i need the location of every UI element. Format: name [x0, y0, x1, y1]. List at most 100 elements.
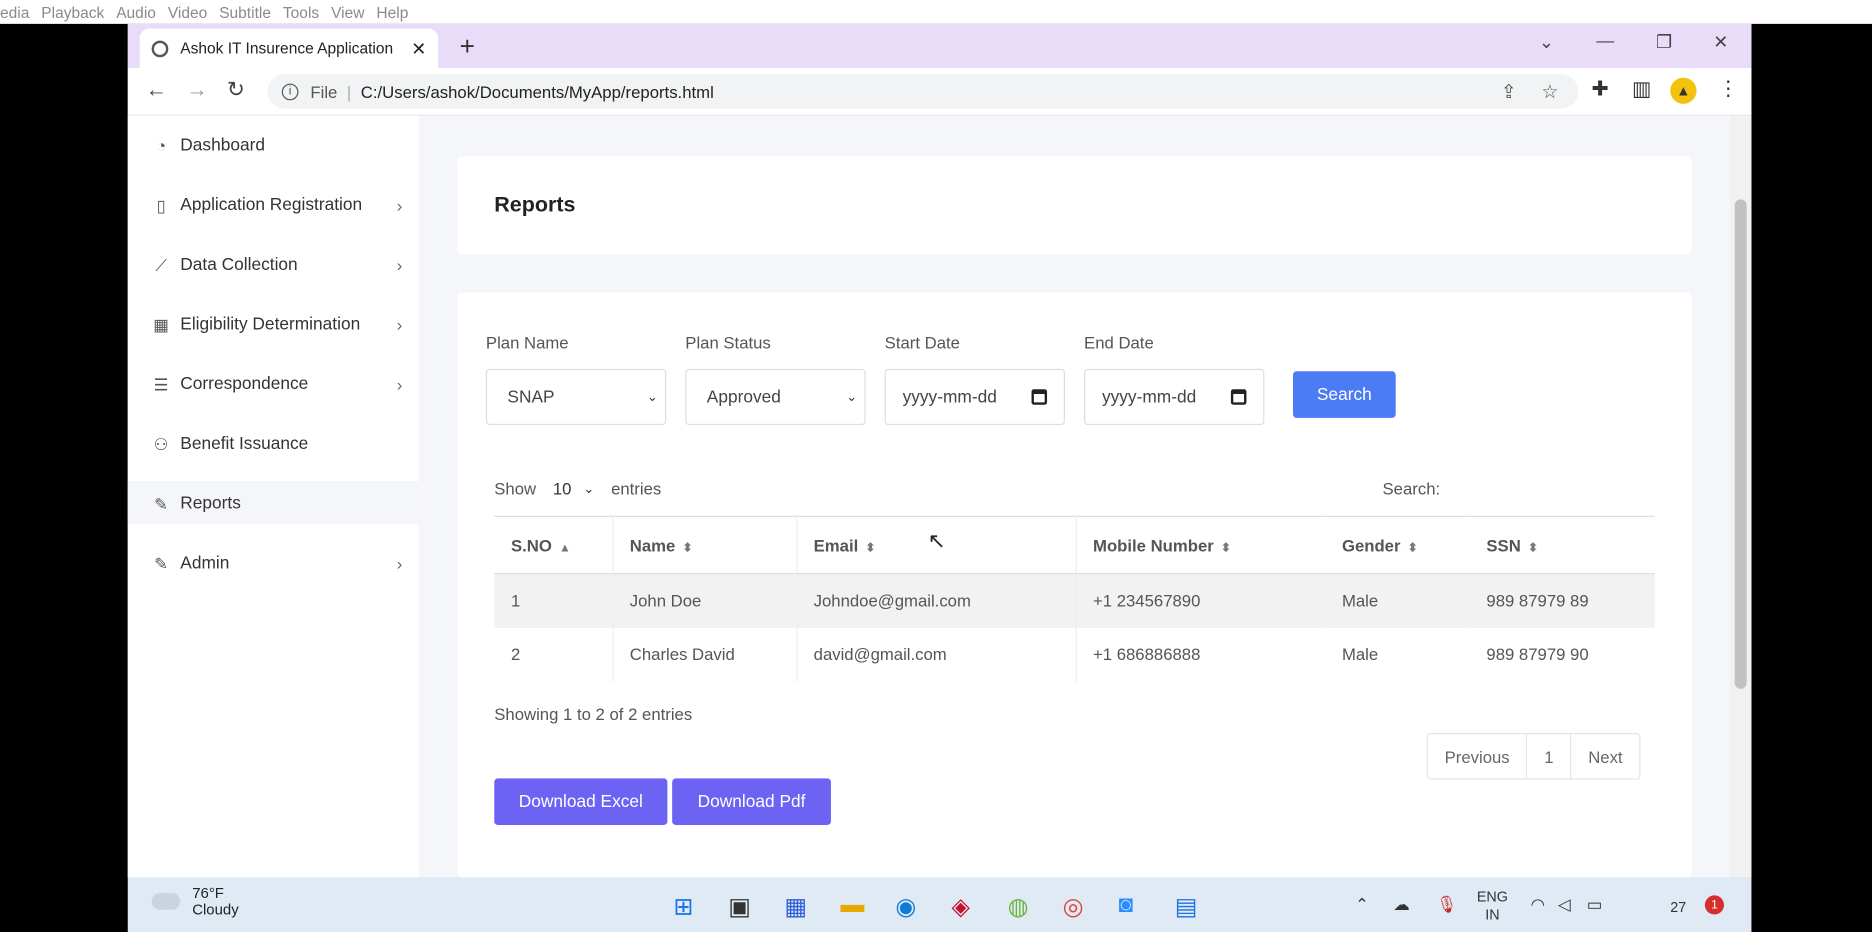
show-label: Show: [494, 478, 537, 498]
cloud-sync-icon[interactable]: ☁: [1393, 894, 1410, 914]
calendar-icon[interactable]: [1230, 389, 1247, 405]
profile-avatar-icon[interactable]: ▲: [1670, 77, 1697, 104]
chevron-down-icon[interactable]: ⌄: [583, 481, 594, 496]
end-date-placeholder: yyyy-mm-dd: [1101, 387, 1197, 407]
end-date-input[interactable]: yyyy-mm-dd: [1084, 368, 1265, 426]
pagination-previous[interactable]: Previous: [1428, 734, 1528, 779]
browser-menu-icon[interactable]: ⋮: [1718, 78, 1738, 102]
tab-search-chevron-icon[interactable]: ⌄: [1539, 31, 1554, 52]
browser-window: Ashok IT Insurence Application ✕ + ⌄ — ❐…: [127, 23, 1752, 878]
menu-view[interactable]: View: [331, 3, 364, 21]
entries-select[interactable]: 10: [553, 479, 572, 498]
wifi-icon[interactable]: ◠: [1531, 894, 1546, 914]
weather-condition: Cloudy: [192, 901, 239, 919]
cell-email: david@gmail.com: [796, 627, 1077, 682]
table-info-text: Showing 1 to 2 of 2 entries: [494, 704, 693, 724]
download-pdf-button[interactable]: Download Pdf: [672, 778, 831, 825]
start-date-placeholder: yyyy-mm-dd: [902, 387, 997, 407]
spring-tool-icon[interactable]: ◍: [1008, 892, 1029, 922]
reload-button[interactable]: ↻: [227, 78, 245, 103]
start-date-label: Start Date: [884, 333, 960, 353]
mcafee-icon[interactable]: ◈: [952, 892, 970, 922]
sidebar-item-benefit-issuance[interactable]: ⚇ Benefit Issuance: [152, 426, 403, 462]
store-icon[interactable]: ▦: [784, 892, 807, 922]
sidebar-item-eligibility-determination[interactable]: ▦ Eligibility Determination ›: [152, 307, 402, 343]
sidebar-item-data-collection[interactable]: ⟋ Data Collection ›: [152, 247, 403, 283]
start-date-input[interactable]: yyyy-mm-dd: [884, 368, 1065, 426]
new-tab-button[interactable]: +: [460, 31, 475, 62]
share-icon[interactable]: ⇪: [1501, 80, 1517, 104]
address-bar[interactable]: i File | C:/Users/ashok/Documents/MyApp/…: [267, 74, 1579, 109]
task-view-icon[interactable]: ▣: [728, 892, 751, 922]
zoom-icon[interactable]: ◙: [1119, 892, 1133, 919]
plan-name-select[interactable]: SNAP ⌄: [485, 368, 667, 426]
menu-media[interactable]: edia: [0, 3, 29, 21]
language-indicator[interactable]: ENG IN: [1477, 888, 1508, 924]
show-hidden-icons-chevron-icon[interactable]: ⌃: [1355, 894, 1369, 914]
restore-button[interactable]: ❐: [1656, 31, 1672, 52]
chevron-right-icon: ›: [396, 553, 403, 574]
address-toolbar: ← → ↻ i File | C:/Users/ashok/Documents/…: [127, 68, 1752, 116]
sidebar-item-application-registration[interactable]: ▯ Application Registration ›: [152, 187, 403, 223]
sidebar-item-label: Data Collection: [180, 255, 298, 275]
chrome-icon[interactable]: ◎: [1063, 892, 1084, 922]
sort-asc-icon: ▲: [559, 541, 571, 555]
sidebar-item-correspondence[interactable]: ☰ Correspondence ›: [152, 367, 403, 403]
info-icon[interactable]: i: [281, 82, 299, 100]
calendar-icon[interactable]: [1031, 389, 1048, 405]
page-scrollbar[interactable]: [1729, 115, 1752, 878]
clock-text[interactable]: 27: [1670, 899, 1686, 916]
close-tab-icon[interactable]: ✕: [411, 38, 426, 59]
sort-icon: ⬍: [682, 541, 693, 555]
menu-tools[interactable]: Tools: [283, 3, 319, 21]
menu-subtitle[interactable]: Subtitle: [219, 3, 271, 21]
cell-mobile: +1 686886888: [1093, 644, 1201, 664]
weather-temperature: 76°F: [192, 884, 224, 902]
sidebar-item-label: Dashboard: [180, 136, 265, 156]
column-header-mobile[interactable]: Mobile Number ⬍: [1075, 515, 1326, 575]
browser-tab[interactable]: Ashok IT Insurence Application ✕: [139, 28, 439, 69]
menu-playback[interactable]: Playback: [41, 3, 104, 21]
menu-audio[interactable]: Audio: [116, 3, 156, 21]
table-search-label: Search:: [1382, 478, 1441, 498]
close-window-button[interactable]: ✕: [1713, 31, 1728, 52]
cell-ssn: 989 87979 90: [1486, 644, 1589, 664]
cell-email: Johndoe@gmail.com: [796, 573, 1077, 628]
file-explorer-icon[interactable]: ▬: [841, 892, 865, 919]
minimize-button[interactable]: —: [1596, 31, 1614, 51]
column-header-name[interactable]: Name ⬍: [612, 515, 797, 575]
battery-icon[interactable]: ▭: [1587, 894, 1603, 914]
extensions-icon[interactable]: ✚: [1591, 78, 1608, 102]
menu-help[interactable]: Help: [376, 3, 408, 21]
menu-video[interactable]: Video: [168, 3, 207, 21]
sidebar-item-dashboard[interactable]: ◔ Dashboard: [152, 128, 403, 164]
url-text[interactable]: C:/Users/ashok/Documents/MyApp/reports.h…: [361, 82, 714, 101]
end-date-label: End Date: [1084, 333, 1154, 353]
chevron-right-icon: ›: [396, 255, 403, 275]
notification-badge[interactable]: 1: [1704, 895, 1724, 915]
forward-button[interactable]: →: [186, 78, 207, 103]
sidebar-item-label: Admin: [180, 553, 230, 574]
bookmark-star-icon[interactable]: ☆: [1541, 80, 1558, 104]
sidebar-item-reports[interactable]: ✎ Reports: [152, 486, 403, 522]
pagination-next[interactable]: Next: [1571, 734, 1639, 778]
microphone-icon[interactable]: 🎙: [1436, 894, 1457, 914]
column-header-ssn[interactable]: SSN ⬍: [1469, 515, 1655, 575]
back-button[interactable]: ←: [146, 78, 167, 103]
pagination-page[interactable]: 1: [1528, 734, 1572, 779]
side-panel-icon[interactable]: ▥: [1632, 78, 1651, 102]
scrollbar-thumb[interactable]: [1734, 199, 1747, 689]
windows-start-icon[interactable]: ⊞: [673, 892, 693, 922]
search-button[interactable]: Search: [1292, 371, 1396, 418]
sidebar-item-admin[interactable]: ✎ Admin ›: [152, 546, 403, 582]
weather-widget[interactable]: 76°F Cloudy: [151, 884, 239, 919]
award-icon: ⚇: [153, 433, 169, 454]
column-header-gender[interactable]: Gender ⬍: [1325, 515, 1470, 575]
plan-status-select[interactable]: Approved ⌄: [685, 368, 866, 426]
download-excel-button[interactable]: Download Excel: [494, 778, 668, 825]
chart-line-icon: ⟋: [155, 254, 168, 275]
edge-icon[interactable]: ◉: [895, 892, 916, 922]
notepad-icon[interactable]: ▤: [1175, 892, 1198, 922]
column-header-sno[interactable]: S.NO ▲: [494, 515, 614, 575]
volume-icon[interactable]: ◁: [1558, 894, 1571, 914]
